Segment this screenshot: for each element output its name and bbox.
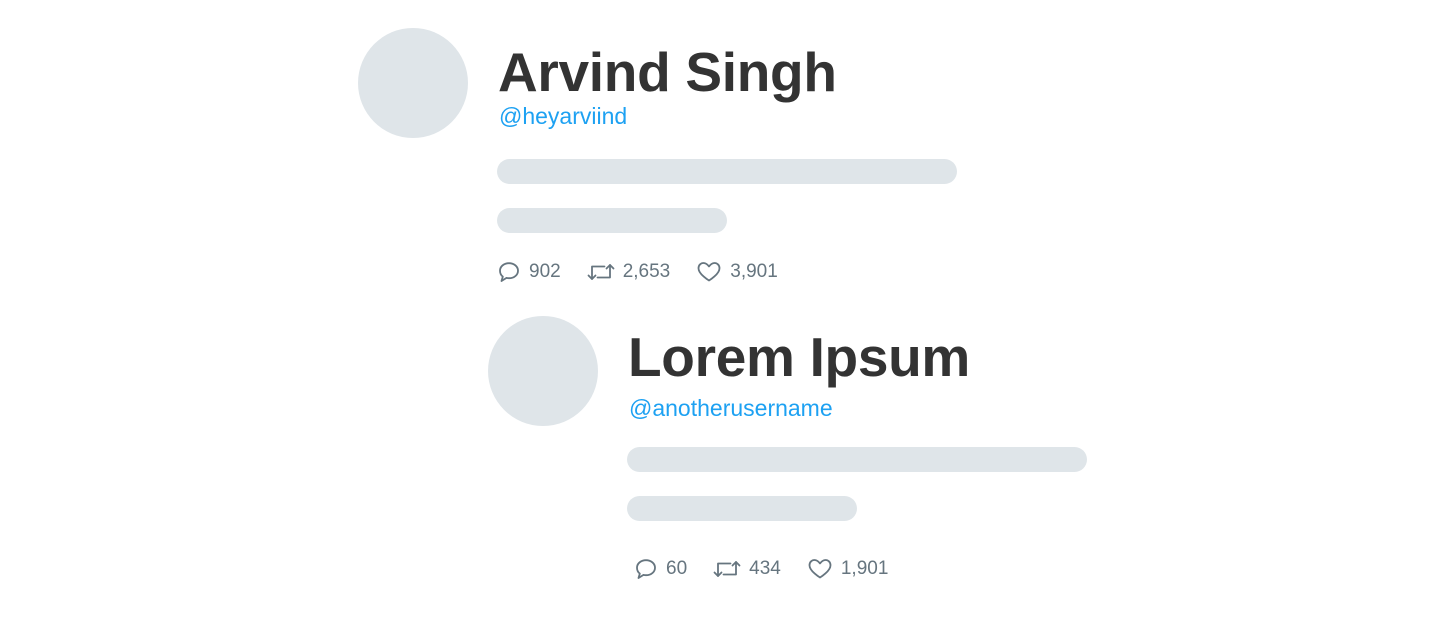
retweet-button[interactable]: 434 (713, 557, 781, 581)
like-icon (807, 557, 833, 581)
text-placeholder-line (497, 159, 957, 184)
like-count: 3,901 (730, 261, 778, 282)
avatar[interactable] (488, 316, 598, 426)
text-placeholder-line (627, 496, 857, 521)
like-button[interactable]: 3,901 (696, 260, 778, 284)
like-icon (696, 260, 722, 284)
reply-button[interactable]: 902 (497, 260, 561, 284)
retweet-count: 2,653 (622, 261, 671, 282)
retweet-icon (713, 557, 741, 581)
user-name[interactable]: Arvind Singh (498, 45, 837, 100)
reply-icon (497, 260, 521, 284)
reply-button[interactable]: 60 (634, 557, 687, 581)
retweet-icon (587, 260, 615, 284)
reply-count: 902 (529, 261, 561, 282)
retweet-count: 434 (749, 558, 781, 579)
tweet-actions: 60 434 1,901 (634, 556, 888, 582)
user-handle[interactable]: @heyarviind (499, 105, 627, 128)
like-count: 1,901 (840, 558, 889, 579)
text-placeholder-line (627, 447, 1087, 472)
tweet-actions: 902 2,653 3,901 (497, 259, 778, 285)
user-name[interactable]: Lorem Ipsum (628, 330, 970, 385)
like-button[interactable]: 1,901 (807, 557, 889, 581)
retweet-button[interactable]: 2,653 (587, 260, 671, 284)
reply-icon (634, 557, 658, 581)
reply-count: 60 (666, 558, 688, 579)
text-placeholder-line (497, 208, 727, 233)
avatar[interactable] (358, 28, 468, 138)
user-handle[interactable]: @anotherusername (629, 397, 833, 420)
